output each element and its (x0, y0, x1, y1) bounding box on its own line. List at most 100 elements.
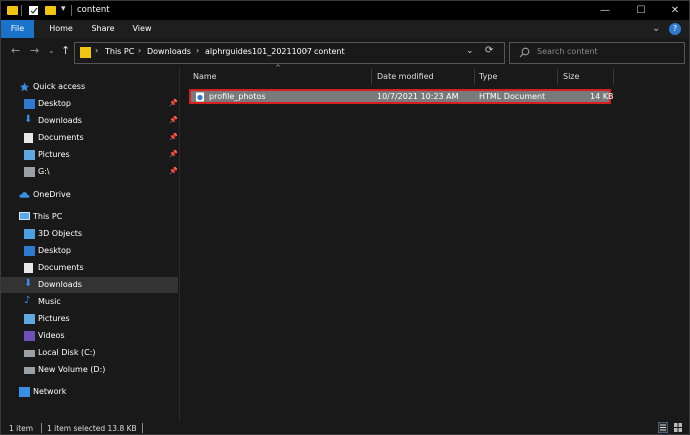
window-title: content (77, 5, 110, 15)
up-arrow-icon[interactable]: ↑ (61, 44, 70, 57)
search-icon (519, 47, 530, 58)
folder-icon (7, 6, 18, 15)
column-header-name[interactable]: Name (193, 72, 217, 88)
divider (142, 423, 143, 433)
details-view-icon[interactable] (657, 421, 669, 434)
column-header-type[interactable]: Type (479, 72, 497, 88)
search-placeholder: Search content (537, 47, 598, 56)
tab-share[interactable]: Share (86, 20, 120, 38)
pictures-icon (24, 314, 35, 324)
nav-videos[interactable]: Videos (1, 328, 178, 344)
pane-divider[interactable] (179, 67, 180, 421)
nav-label: Pictures (38, 314, 70, 323)
tab-file[interactable]: File (1, 20, 34, 38)
recent-locations-icon[interactable]: ⌄ (48, 46, 55, 55)
nav-documents[interactable]: Documents (1, 260, 178, 276)
item-count: 1 item (9, 424, 34, 433)
column-divider[interactable] (371, 69, 372, 85)
breadcrumb-downloads[interactable]: Downloads (147, 47, 191, 56)
pin-icon: 📌 (169, 150, 178, 158)
music-note-icon: ♪ (24, 295, 31, 306)
pin-icon: 📌 (169, 167, 178, 175)
nav-label: OneDrive (33, 190, 71, 199)
maximize-button[interactable]: ☐ (623, 1, 659, 20)
nav-label: New Volume (D:) (38, 365, 106, 374)
new-folder-icon[interactable] (45, 6, 56, 15)
nav-label: Desktop (38, 246, 71, 255)
cloud-icon (19, 192, 30, 198)
nav-qa-pictures[interactable]: Pictures 📌 (1, 147, 178, 163)
address-row: ← → ⌄ ↑ › This PC › Downloads › alphrgui… (1, 38, 689, 66)
nav-qa-documents[interactable]: Documents 📌 (1, 130, 178, 146)
breadcrumb-content[interactable]: content (314, 47, 345, 56)
nav-label: Music (38, 297, 61, 306)
nav-desktop[interactable]: Desktop (1, 243, 178, 259)
nav-music[interactable]: ♪ Music (1, 294, 178, 310)
forward-arrow-icon[interactable]: → (30, 44, 39, 57)
chevron-right-icon: › (95, 46, 99, 55)
drive-icon (24, 167, 35, 177)
nav-this-pc[interactable]: This PC (1, 209, 178, 225)
nav-downloads[interactable]: ⬇ Downloads (1, 277, 178, 293)
file-row[interactable]: profile_photos 10/7/2021 10:23 AM HTML D… (189, 89, 614, 104)
nav-label: Videos (38, 331, 65, 340)
column-divider[interactable] (613, 69, 614, 85)
large-icons-view-icon[interactable] (673, 422, 683, 433)
nav-label: Quick access (33, 82, 86, 91)
nav-qa-g-drive[interactable]: G:\ 📌 (1, 164, 178, 180)
nav-new-volume-d[interactable]: New Volume (D:) (1, 362, 178, 378)
file-size: 14 KB (590, 92, 614, 101)
desktop-icon (24, 246, 35, 256)
nav-label: Downloads (38, 280, 82, 289)
breadcrumb-folder[interactable]: alphrguides101_20211007 (205, 47, 312, 56)
divider (41, 423, 42, 433)
nav-label: 3D Objects (38, 229, 83, 238)
tab-view[interactable]: View (127, 20, 157, 38)
close-button[interactable]: ✕ (657, 1, 689, 20)
search-input[interactable]: Search content (509, 42, 685, 64)
download-arrow-icon: ⬇ (24, 114, 33, 125)
chevron-right-icon: › (138, 46, 142, 55)
back-arrow-icon[interactable]: ← (11, 44, 20, 57)
nav-label: Documents (38, 263, 84, 272)
nav-3d-objects[interactable]: 3D Objects (1, 226, 178, 242)
pin-icon: 📌 (169, 133, 178, 141)
nav-local-disk-c[interactable]: Local Disk (C:) (1, 345, 178, 361)
refresh-icon[interactable]: ⟳ (485, 45, 493, 56)
nav-quick-access[interactable]: Quick access (1, 79, 178, 95)
ribbon: File Home Share View ⌄ ? (1, 20, 689, 38)
column-divider[interactable] (474, 69, 475, 85)
nav-qa-desktop[interactable]: Desktop 📌 (1, 96, 178, 112)
download-arrow-icon: ⬇ (24, 278, 33, 289)
file-type: HTML Document (479, 92, 546, 101)
dropdown-icon[interactable]: ⌄ (466, 46, 474, 56)
divider (71, 5, 72, 16)
customize-quick-access-icon[interactable]: ▾ (61, 4, 66, 17)
address-bar[interactable]: › This PC › Downloads › alphrguides101_2… (74, 42, 505, 64)
expand-ribbon-icon[interactable]: ⌄ (652, 23, 660, 34)
nav-qa-downloads[interactable]: ⬇ Downloads 📌 (1, 113, 178, 129)
nav-pictures[interactable]: Pictures (1, 311, 178, 327)
sort-caret-icon: ^ (275, 64, 281, 72)
column-header-size[interactable]: Size (563, 72, 579, 88)
help-icon[interactable]: ? (669, 23, 681, 35)
minimize-button[interactable]: — (587, 1, 623, 20)
nav-label: Network (33, 387, 67, 396)
pictures-icon (24, 150, 35, 160)
nav-network[interactable]: Network (1, 384, 178, 400)
properties-icon[interactable] (28, 5, 39, 18)
navigation-pane: Quick access Desktop 📌 ⬇ Downloads 📌 Doc… (1, 67, 179, 421)
drive-icon (24, 350, 35, 357)
status-bar: 1 item 1 item selected 13.8 KB (1, 421, 689, 434)
column-divider[interactable] (557, 69, 558, 85)
file-name: profile_photos (209, 92, 266, 101)
documents-icon (24, 263, 33, 273)
network-icon (19, 387, 30, 397)
column-header-date[interactable]: Date modified (377, 72, 434, 88)
title-bar: ▾ content — ☐ ✕ (1, 1, 689, 20)
chevron-right-icon: › (196, 46, 200, 55)
breadcrumb-this-pc[interactable]: This PC (105, 47, 134, 56)
nav-label: Downloads (38, 116, 82, 125)
nav-onedrive[interactable]: OneDrive (1, 187, 178, 203)
tab-home[interactable]: Home (44, 20, 78, 38)
